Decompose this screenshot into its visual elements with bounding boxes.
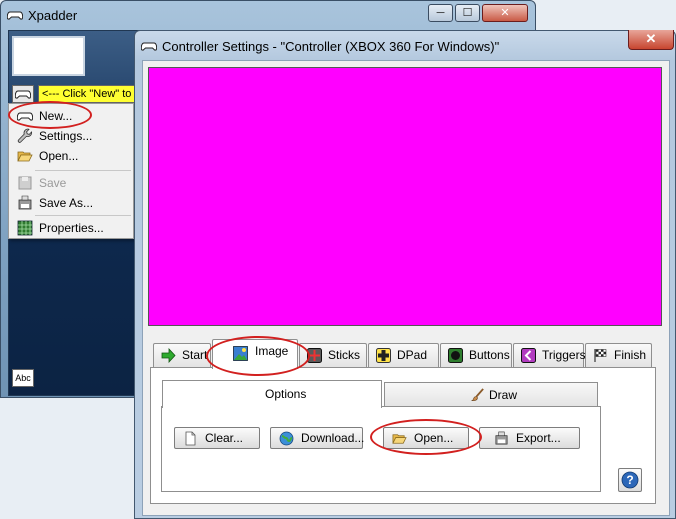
tab-label: Sticks [328,348,361,362]
tab-finish[interactable]: Finish [585,343,652,367]
tab-label: DPad [397,348,428,362]
clear-button[interactable]: Clear... [174,427,260,449]
menu-item-save[interactable]: Save [11,173,131,193]
menu-item-save-as[interactable]: Save As... [11,193,131,213]
dialog-close-button[interactable]: ✕ [628,30,674,50]
controller-menu-button[interactable] [12,85,34,103]
subtab-label: Draw [489,388,518,402]
menu-item-open[interactable]: Open... [11,146,131,166]
gamepad-icon [141,42,157,51]
menu-item-settings[interactable]: Settings... [11,126,131,146]
menu-item-label: Save As... [39,196,94,210]
analog-stick-icon [307,348,322,363]
click-new-hint: <--- Click "New" to c [38,85,138,103]
menu-item-label: Save [39,176,67,190]
subtab-draw[interactable]: Draw [384,382,598,408]
gamepad-icon [7,11,23,20]
download-button[interactable]: Download... [270,427,365,449]
image-icon [233,346,248,361]
save-as-icon [18,195,32,210]
export-icon [495,431,508,445]
menu-item-label: New... [39,109,73,123]
folder-open-icon [17,151,33,162]
properties-grid-icon [17,220,33,236]
controller-image-canvas[interactable] [148,67,662,326]
paintbrush-icon [471,388,484,401]
menu-separator [35,170,131,171]
globe-icon [279,431,294,446]
tab-image[interactable]: Image [212,339,298,369]
menu-item-label: Open... [39,149,79,163]
dialog-title: Controller Settings - "Controller (XBOX … [162,39,500,54]
options-panel [161,406,601,492]
folder-open-icon [392,434,407,444]
menu-item-properties[interactable]: Properties... [11,218,131,238]
tab-label: Finish [614,348,647,362]
tab-start[interactable]: Start [153,343,211,367]
button-label: Open... [414,431,454,445]
subtab-options[interactable]: Options [162,380,382,408]
blank-page-icon [185,431,196,446]
tab-sticks[interactable]: Sticks [299,343,367,367]
text-tool-button[interactable]: Abc [12,369,34,387]
close-button[interactable]: ✕ [482,4,528,22]
button-label: Download... [301,431,365,445]
button-label: Clear... [205,431,244,445]
checkered-flag-icon [594,349,607,362]
xpadder-title: Xpadder [28,8,78,23]
maximize-button[interactable]: ☐ [455,4,480,22]
buttons-icon [448,348,463,363]
menu-item-label: Settings... [39,129,93,143]
open-image-button[interactable]: Open... [383,427,469,449]
trigger-icon [521,348,536,363]
tab-label: Buttons [469,348,510,362]
export-button[interactable]: Export... [479,427,580,449]
menu-separator [35,215,131,216]
help-glyph: ? [626,473,633,487]
menu-item-new[interactable]: New... [11,106,131,126]
tab-triggers[interactable]: Triggers [513,343,586,367]
arrow-right-icon [161,348,176,363]
save-icon [18,176,32,190]
button-label: Export... [516,431,561,445]
subtab-label: Options [265,387,307,401]
menu-item-label: Properties... [39,221,104,235]
controller-thumbnail[interactable] [12,36,85,76]
tab-label: Start [182,348,208,362]
tab-buttons[interactable]: Buttons [440,343,512,367]
minimize-button[interactable]: ─ [428,4,453,22]
dpad-icon [376,348,391,363]
tab-label: Image [255,344,289,358]
controller-menu: New... Settings... Open... Save Save As.… [8,103,134,239]
tab-label: Triggers [542,348,586,362]
tab-dpad[interactable]: DPad [368,343,439,367]
help-button[interactable]: ? [618,468,642,492]
gamepad-icon [17,112,33,121]
gamepad-icon [15,90,31,99]
help-icon: ? [621,471,639,489]
wrench-icon [17,128,33,143]
